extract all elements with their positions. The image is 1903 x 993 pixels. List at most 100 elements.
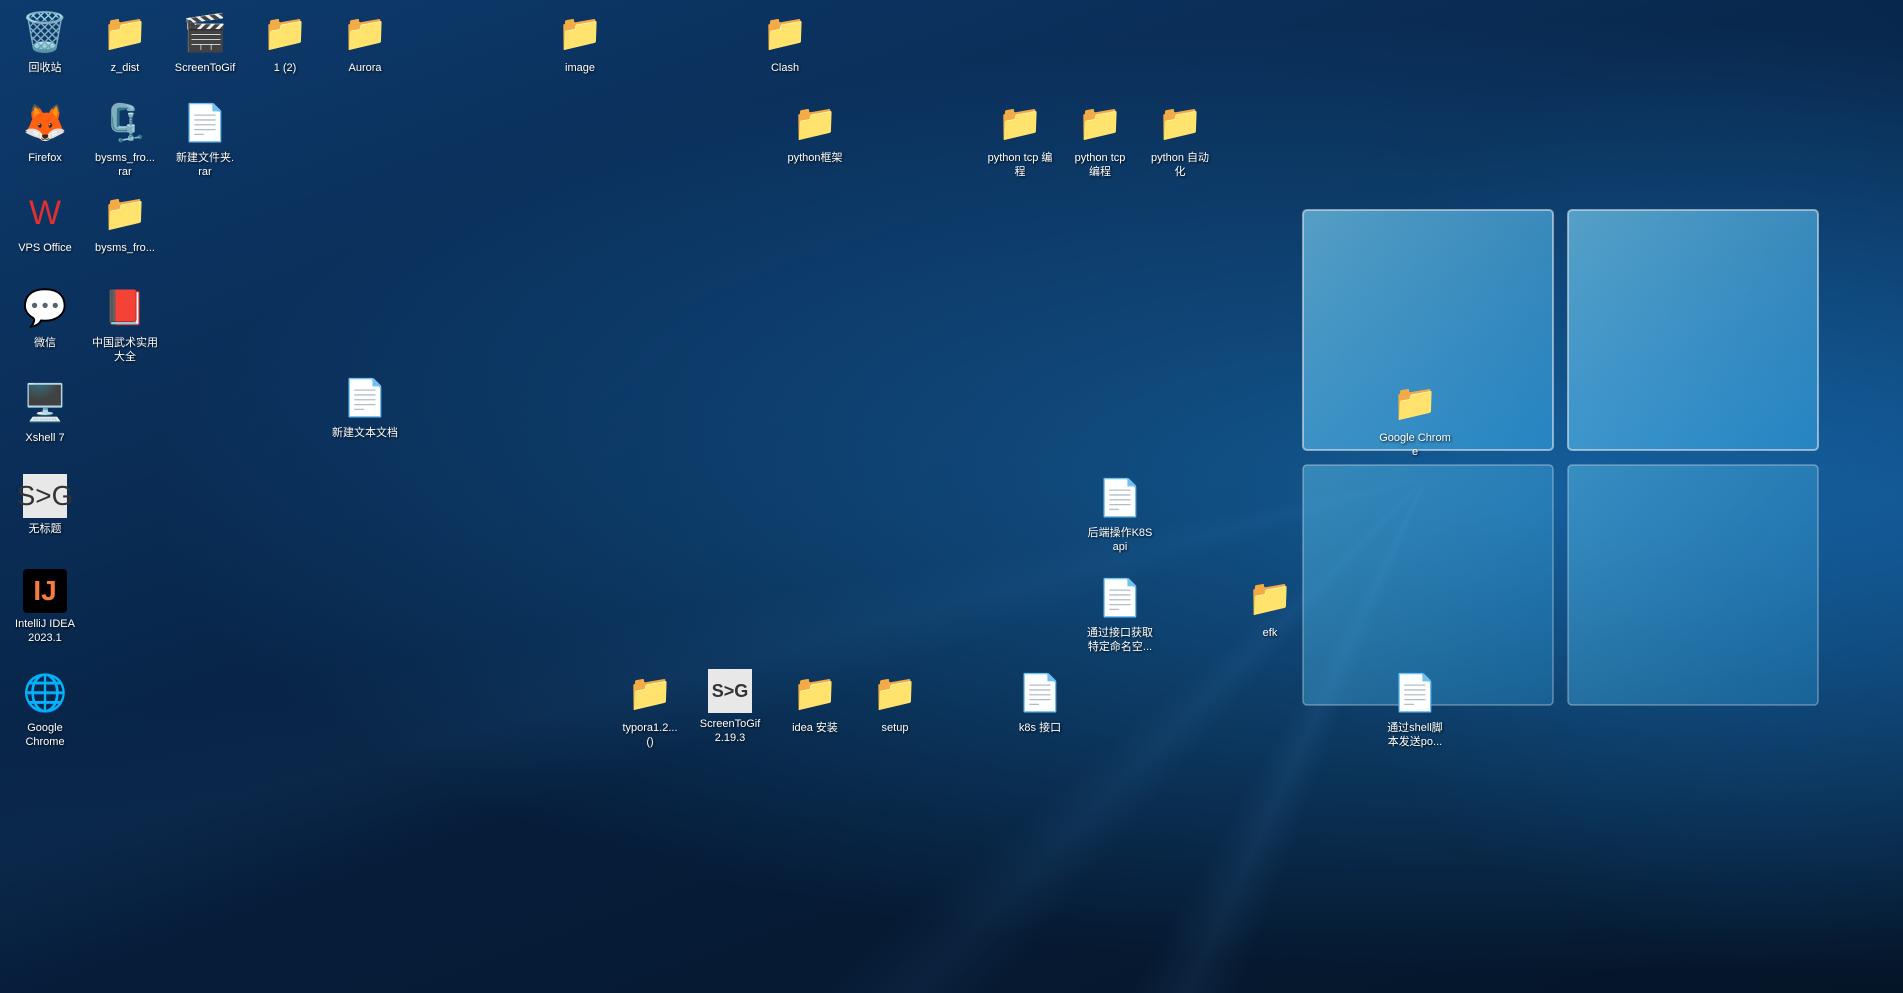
shell-send-label: 通过shell脚本发送po... — [1387, 721, 1443, 750]
idea-install-label: idea 安装 — [792, 721, 838, 735]
icon-get-namespace[interactable]: 📄 通过接口获取特定命名空... — [1080, 570, 1160, 659]
vps-office-icon: W — [21, 189, 69, 237]
clash-icon: 📁 — [761, 9, 809, 57]
z-dist-icon: 📁 — [101, 9, 149, 57]
icon-z-dist[interactable]: 📁 z_dist — [85, 5, 165, 79]
image-label: image — [565, 61, 595, 75]
new-text-label: 新建文本文档 — [332, 426, 398, 440]
icon-python-framework[interactable]: 📁 python tcp 编程 — [980, 95, 1060, 184]
aurora-icon: 📁 — [341, 9, 389, 57]
desktop: 🗑️ 回收站 📁 z_dist 🎬 ScreenToGif 📁 1 (2) 📁 … — [0, 0, 1903, 993]
icon-aurora[interactable]: 📁 Aurora — [325, 5, 405, 79]
icon-new-folder-rar[interactable]: 📄 新建文件夹.rar — [165, 95, 245, 184]
1-2-icon: 📁 — [261, 9, 309, 57]
icon-typora[interactable]: 📁 typora1.2...() — [610, 665, 690, 754]
idea-install-icon: 📁 — [791, 669, 839, 717]
chrome-label: GoogleChrome — [25, 721, 64, 750]
shell-send-icon: 📄 — [1391, 669, 1439, 717]
icon-setup[interactable]: 📁 setup — [855, 665, 935, 739]
12-vue-label: python框架 — [787, 151, 842, 165]
icon-backend-k8s[interactable]: 📄 后端操作K8Sapi — [1080, 470, 1160, 559]
bysms-fro2-icon: 📁 — [101, 189, 149, 237]
icon-bysms-rar[interactable]: 🗜️ bysms_fro...rar — [85, 95, 165, 184]
screentogif2-icon: S>G — [708, 669, 752, 713]
setup-icon: 📁 — [871, 669, 919, 717]
typora-label: typora1.2...() — [622, 721, 677, 750]
screentogif-label: ScreenToGif — [175, 61, 236, 75]
desktop-icons-container: 🗑️ 回收站 📁 z_dist 🎬 ScreenToGif 📁 1 (2) 📁 … — [0, 0, 1903, 993]
icon-k8s-interface[interactable]: 📄 k8s 接口 — [1000, 665, 1080, 739]
icon-efk[interactable]: 📁 efk — [1230, 570, 1310, 644]
intellij-label: IntelliJ IDEA2023.1 — [15, 617, 75, 646]
firefox-icon: 🦊 — [21, 99, 69, 147]
icon-image[interactable]: 📁 image — [540, 5, 620, 79]
recycle-bin-icon: 🗑️ — [21, 9, 69, 57]
bysms-rar-icon: 🗜️ — [101, 99, 149, 147]
intellij-icon: IJ — [23, 569, 67, 613]
martial-arts-icon: 📕 — [101, 284, 149, 332]
k8s-interface-label: k8s 接口 — [1019, 721, 1061, 735]
xshell-icon: 🖥️ — [21, 379, 69, 427]
icon-vps-office[interactable]: W VPS Office — [5, 185, 85, 259]
image-icon: 📁 — [556, 9, 604, 57]
efk-icon: 📁 — [1246, 574, 1294, 622]
python-tcp-icon: 📁 — [1076, 99, 1124, 147]
efk-label: efk — [1263, 626, 1278, 640]
python-framework-icon: 📁 — [996, 99, 1044, 147]
z-dist-label: z_dist — [111, 61, 140, 75]
icon-python-auto[interactable]: 📁 python 自动化 — [1140, 95, 1220, 184]
2-k8-icon: 📁 — [1391, 379, 1439, 427]
clash-label: Clash — [771, 61, 799, 75]
martial-arts-label: 中国武术实用大全 — [92, 336, 158, 365]
12-vue-icon: 📁 — [791, 99, 839, 147]
wechat-icon: 💬 — [21, 284, 69, 332]
icon-recycle-bin[interactable]: 🗑️ 回收站 — [5, 5, 85, 79]
get-namespace-icon: 📄 — [1096, 574, 1144, 622]
icon-martial-arts[interactable]: 📕 中国武术实用大全 — [85, 280, 165, 369]
chrome-icon: 🌐 — [21, 669, 69, 717]
icon-screentogif[interactable]: 🎬 ScreenToGif — [165, 5, 245, 79]
aurora-label: Aurora — [348, 61, 381, 75]
icon-new-text[interactable]: 📄 新建文本文档 — [325, 370, 405, 444]
xshell-label: Xshell 7 — [25, 431, 64, 445]
icon-screentogif2[interactable]: S>G ScreenToGif2.19.3 — [690, 665, 770, 750]
bysms-fro2-label: bysms_fro... — [95, 241, 155, 255]
backend-k8s-label: 后端操作K8Sapi — [1088, 526, 1153, 555]
typora-icon: 📁 — [626, 669, 674, 717]
icon-firefox[interactable]: 🦊 Firefox — [5, 95, 85, 169]
python-framework-label: python tcp 编程 — [984, 151, 1056, 180]
2-k8-label: Google Chrome — [1379, 431, 1451, 460]
blank-note-label: 无标题 — [29, 522, 62, 536]
icon-1-2[interactable]: 📁 1 (2) — [245, 5, 325, 79]
python-auto-label: python 自动化 — [1151, 151, 1209, 180]
icon-chrome[interactable]: 🌐 GoogleChrome — [5, 665, 85, 754]
new-folder-rar-icon: 📄 — [181, 99, 229, 147]
python-tcp-label: python tcp编程 — [1075, 151, 1126, 180]
icon-python-tcp[interactable]: 📁 python tcp编程 — [1060, 95, 1140, 184]
vps-office-label: VPS Office — [18, 241, 72, 255]
icon-idea-install[interactable]: 📁 idea 安装 — [775, 665, 855, 739]
wechat-label: 微信 — [34, 336, 56, 350]
icon-xshell[interactable]: 🖥️ Xshell 7 — [5, 375, 85, 449]
icon-intellij[interactable]: IJ IntelliJ IDEA2023.1 — [5, 565, 85, 650]
icon-bysms-fro2[interactable]: 📁 bysms_fro... — [85, 185, 165, 259]
k8s-interface-icon: 📄 — [1016, 669, 1064, 717]
setup-label: setup — [882, 721, 909, 735]
icon-12-vue[interactable]: 📁 python框架 — [775, 95, 855, 169]
firefox-label: Firefox — [28, 151, 62, 165]
icon-wechat[interactable]: 💬 微信 — [5, 280, 85, 354]
1-2-label: 1 (2) — [274, 61, 297, 75]
python-auto-icon: 📁 — [1156, 99, 1204, 147]
get-namespace-label: 通过接口获取特定命名空... — [1087, 626, 1153, 655]
screentogif2-label: ScreenToGif2.19.3 — [700, 717, 761, 746]
blank-note-icon: S>G — [23, 474, 67, 518]
icon-shell-send[interactable]: 📄 通过shell脚本发送po... — [1375, 665, 1455, 754]
bysms-rar-label: bysms_fro...rar — [95, 151, 155, 180]
icon-blank-note[interactable]: S>G 无标题 — [5, 470, 85, 540]
backend-k8s-icon: 📄 — [1096, 474, 1144, 522]
icon-clash[interactable]: 📁 Clash — [745, 5, 825, 79]
icon-2-k8[interactable]: 📁 Google Chrome — [1375, 375, 1455, 464]
new-folder-rar-label: 新建文件夹.rar — [176, 151, 234, 180]
recycle-bin-label: 回收站 — [29, 61, 62, 75]
screentogif-icon: 🎬 — [181, 9, 229, 57]
